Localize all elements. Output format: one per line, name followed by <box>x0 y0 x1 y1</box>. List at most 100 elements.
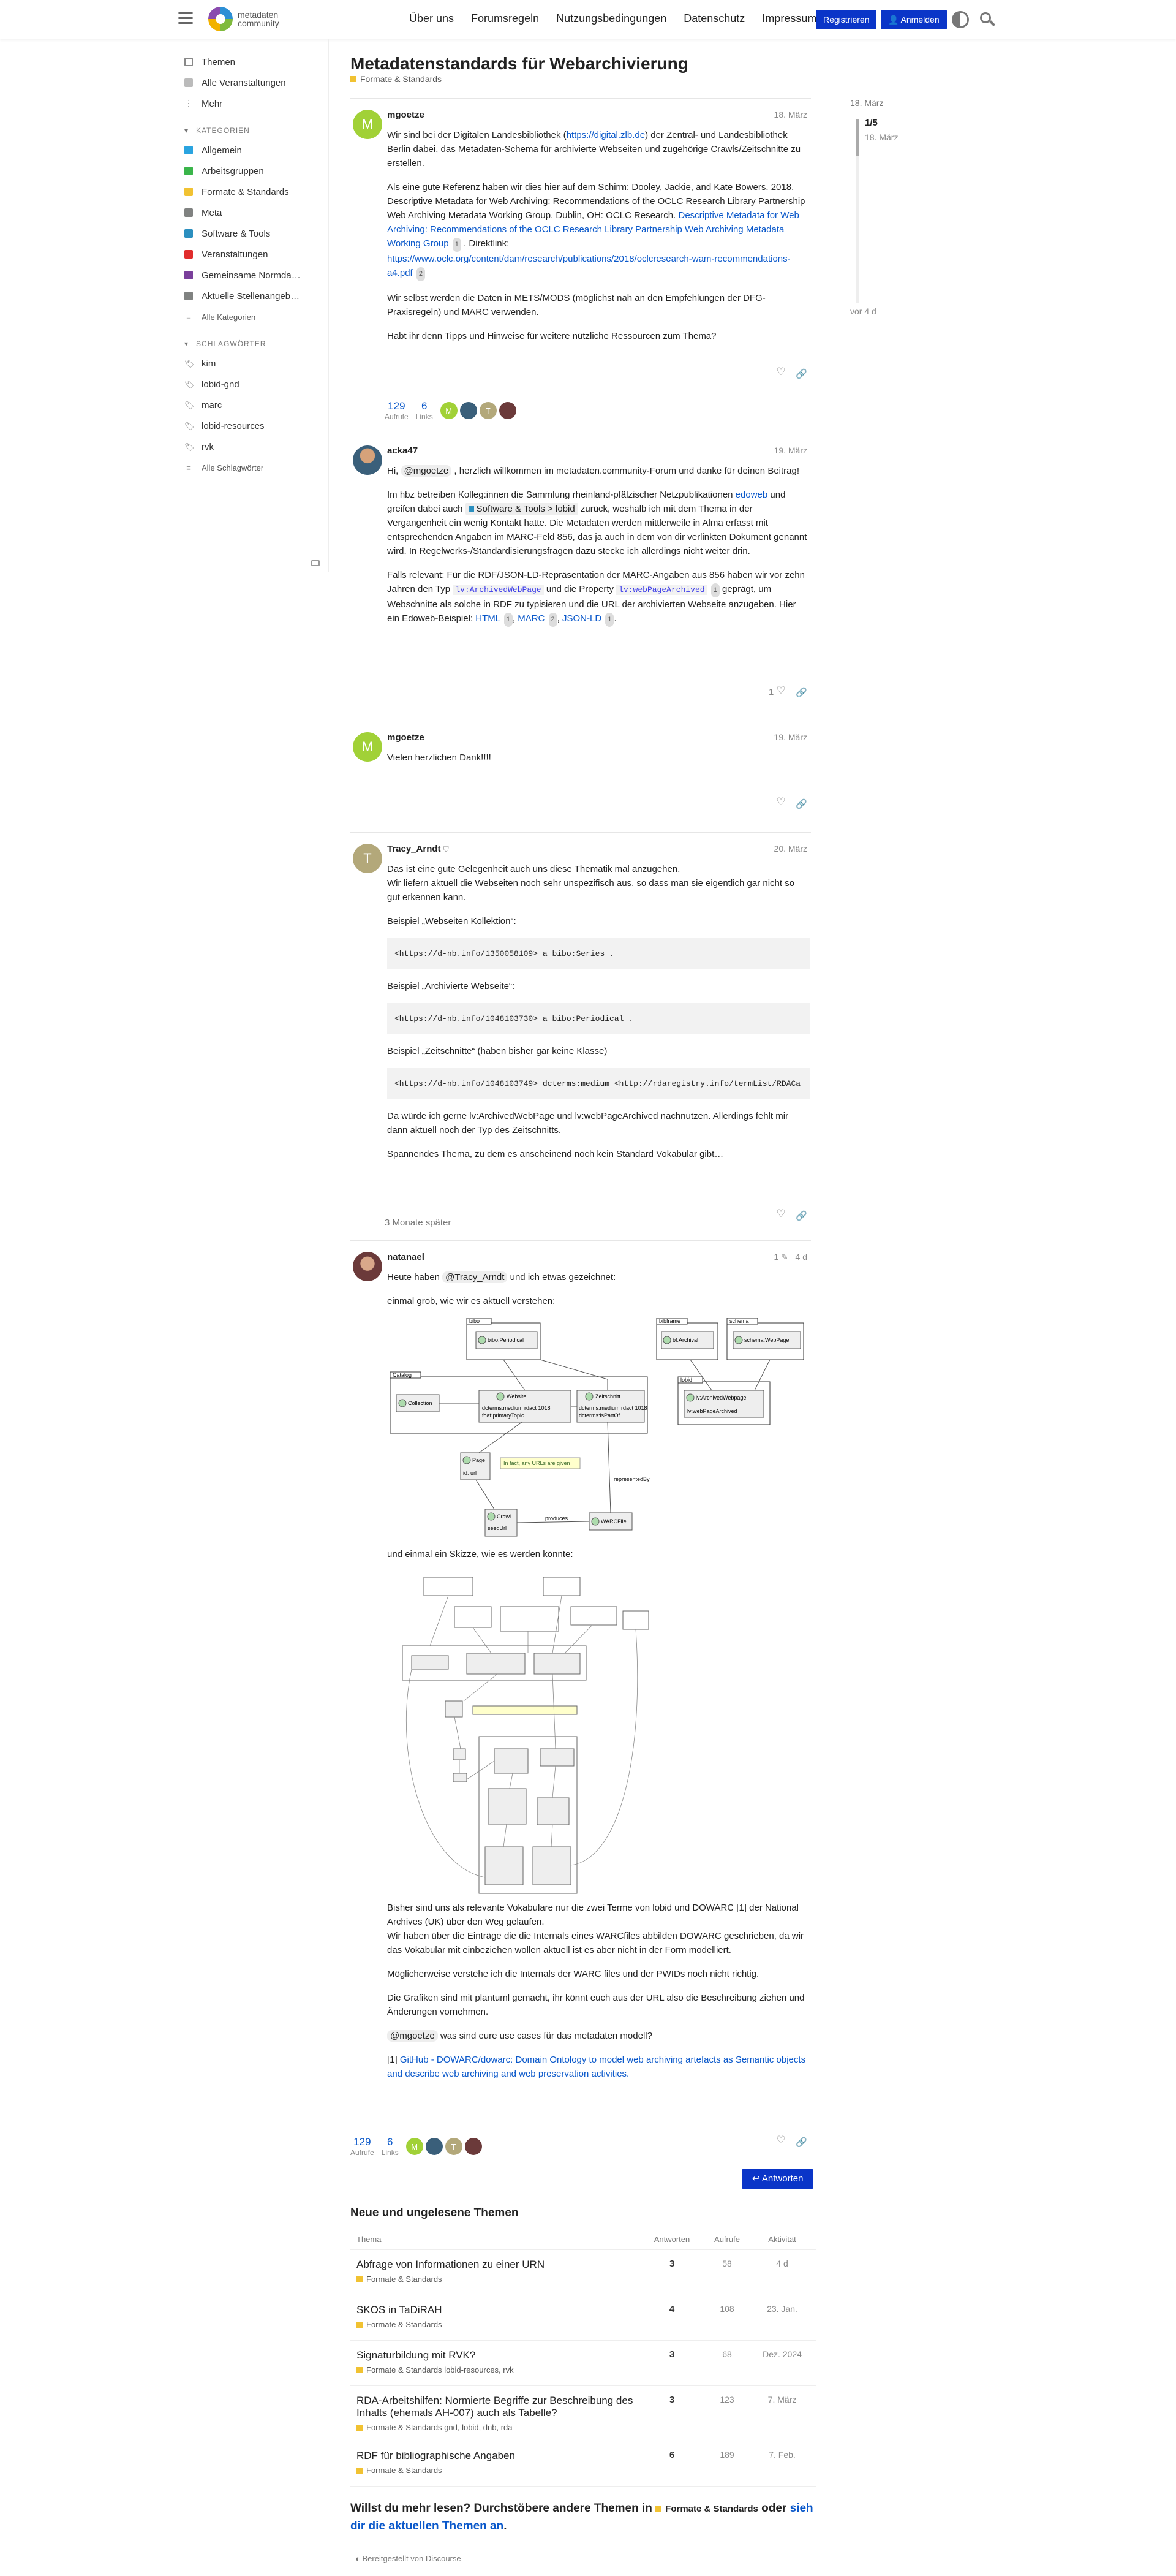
topic-tags[interactable]: lobid-resources, rvk <box>444 2365 513 2374</box>
user-mention[interactable]: @Tracy_Arndt <box>442 1271 508 1283</box>
sidebar-item-topics[interactable]: Themen <box>176 51 328 72</box>
code-block[interactable]: <https://d-nb.info/1048103749> dcterms:m… <box>387 1068 810 1099</box>
replies-count[interactable]: 3 <box>644 2259 699 2286</box>
links-stat[interactable]: 6 Links <box>416 400 433 421</box>
participant-avatar[interactable]: M <box>405 2138 423 2155</box>
post-author[interactable]: natanael <box>387 1252 424 1262</box>
category-link[interactable]: Formate & Standards <box>665 2504 758 2514</box>
theme-toggle-icon[interactable] <box>952 11 969 28</box>
topic-link[interactable]: RDF für bibliographische Angaben <box>356 2450 644 2462</box>
tags-section-header[interactable]: ▾ Schlagwörter <box>176 335 328 353</box>
share-link-icon[interactable]: 🔗 <box>796 368 807 379</box>
sidebar-category[interactable]: Meta <box>176 202 328 223</box>
sidebar-category[interactable]: Arbeitsgruppen <box>176 161 328 181</box>
hamburger-menu-icon[interactable] <box>176 9 195 29</box>
timeline-handle[interactable] <box>856 119 859 156</box>
participant-avatar[interactable] <box>464 2138 482 2155</box>
post-date[interactable]: 1 ✎ 4 d <box>774 1252 807 1262</box>
participant-avatar[interactable]: T <box>445 2138 462 2155</box>
nav-link[interactable]: Nutzungsbedingungen <box>556 12 666 25</box>
column-header[interactable]: Aktivität <box>755 2235 810 2244</box>
avatar[interactable]: T <box>353 844 382 873</box>
register-button[interactable]: Registrieren <box>816 10 877 29</box>
replies-count[interactable]: 6 <box>644 2450 699 2477</box>
sidebar-category[interactable]: Gemeinsame Normda… <box>176 265 328 286</box>
topic-category[interactable]: Formate & Standards <box>366 2466 442 2475</box>
reply-button[interactable]: ↩ Antworten <box>742 2169 813 2189</box>
topic-category[interactable]: Formate & Standards <box>366 2320 442 2329</box>
sidebar-tag[interactable]: 🏷 marc <box>176 395 328 415</box>
sidebar-all-tags[interactable]: ≡ Alle Schlagwörter <box>176 457 328 478</box>
nav-link[interactable]: Impressum <box>762 12 816 25</box>
post-link[interactable]: https://www.oclc.org/content/dam/researc… <box>387 254 791 278</box>
timeline-end-date[interactable]: vor 4 d <box>850 306 876 316</box>
avatar[interactable] <box>353 445 382 475</box>
avatar[interactable]: M <box>353 110 382 139</box>
timeline-scrollbar[interactable] <box>856 119 859 303</box>
links-stat[interactable]: 6 Links <box>382 2136 399 2157</box>
activity-date[interactable]: 7. Feb. <box>755 2450 810 2477</box>
post-link[interactable]: JSON-LD <box>562 613 601 624</box>
like-icon[interactable] <box>776 1208 785 1220</box>
sidebar-tag[interactable]: 🏷 lobid-gnd <box>176 374 328 395</box>
user-mention[interactable]: @mgoetze <box>401 465 452 477</box>
topic-category[interactable]: Formate & Standards <box>366 2275 442 2284</box>
nav-link[interactable]: Forumsregeln <box>471 12 539 25</box>
topic-link[interactable]: RDA-Arbeitshilfen: Normierte Begriffe zu… <box>356 2395 644 2419</box>
post-author[interactable]: mgoetze <box>387 110 424 120</box>
topic-category[interactable]: Formate & Standards <box>366 2365 442 2374</box>
replies-count[interactable]: 3 <box>644 2349 699 2377</box>
post-date[interactable]: 20. März <box>774 844 807 854</box>
avatar[interactable] <box>353 1252 382 1281</box>
post-date[interactable]: 18. März <box>774 110 807 119</box>
participant-avatar[interactable] <box>425 2138 443 2155</box>
site-logo[interactable]: metadaten community <box>208 7 279 31</box>
timeline-start-date[interactable]: 18. März <box>850 98 924 108</box>
participant-avatar[interactable]: T <box>479 402 497 419</box>
sidebar-tag[interactable]: 🏷 lobid-resources <box>176 415 328 436</box>
column-header[interactable]: Antworten <box>644 2235 699 2244</box>
search-icon[interactable] <box>979 11 996 28</box>
sidebar-category[interactable]: Allgemein <box>176 140 328 161</box>
participant-avatar[interactable] <box>499 402 516 419</box>
like-icon[interactable] <box>776 684 785 697</box>
category-hashtag[interactable]: Software & Tools > lobid <box>465 503 578 515</box>
share-link-icon[interactable]: 🔗 <box>796 798 807 809</box>
topic-tags[interactable]: gnd, lobid, dnb, rda <box>444 2423 512 2432</box>
topic-category[interactable]: Formate & Standards <box>366 2423 442 2432</box>
login-button[interactable]: 👤 Anmelden <box>881 10 947 29</box>
sidebar-category[interactable]: Formate & Standards <box>176 181 328 202</box>
sidebar-category[interactable]: Software & Tools <box>176 223 328 244</box>
like-icon[interactable] <box>776 366 785 378</box>
sidebar-item-more[interactable]: ⋮ Mehr <box>176 93 328 114</box>
sidebar-item-events[interactable]: Alle Veranstaltungen <box>176 72 328 93</box>
nav-link[interactable]: Über uns <box>409 12 454 25</box>
post-author[interactable]: mgoetze <box>387 732 424 743</box>
like-icon[interactable] <box>776 796 785 808</box>
collapse-sidebar-icon[interactable] <box>311 560 320 566</box>
sidebar-all-categories[interactable]: ≡ Alle Kategorien <box>176 306 328 327</box>
topic-link[interactable]: Signaturbildung mit RVK? <box>356 2349 644 2362</box>
sidebar-category[interactable]: Veranstaltungen <box>176 244 328 265</box>
post-link[interactable]: edoweb <box>736 490 768 500</box>
avatar[interactable]: M <box>353 732 382 762</box>
user-mention[interactable]: @mgoetze <box>387 2030 438 2042</box>
topic-link[interactable]: Abfrage von Informationen zu einer URN <box>356 2259 644 2271</box>
uml-diagram-current[interactable]: bibo bibo:Periodical bibframe bf:Archiva… <box>387 1318 810 1540</box>
post-author[interactable]: Tracy_Arndt ⛉ <box>387 844 449 854</box>
topic-title[interactable]: Metadatenstandards für Webarchivierung <box>350 54 688 74</box>
nav-link[interactable]: Datenschutz <box>684 12 745 25</box>
uml-diagram-sketch[interactable] <box>387 1571 810 1896</box>
activity-date[interactable]: 7. März <box>755 2395 810 2432</box>
activity-date[interactable]: Dez. 2024 <box>755 2349 810 2377</box>
activity-date[interactable]: 4 d <box>755 2259 810 2286</box>
topic-link[interactable]: SKOS in TaDiRAH <box>356 2304 644 2316</box>
like-icon[interactable] <box>776 2134 785 2146</box>
post-link[interactable]: https://digital.zlb.de <box>567 130 645 140</box>
share-link-icon[interactable]: 🔗 <box>796 687 807 698</box>
post-link[interactable]: MARC <box>518 613 545 624</box>
column-header[interactable]: Aufrufe <box>699 2235 755 2244</box>
sidebar-category[interactable]: Aktuelle Stellenangeb… <box>176 286 328 306</box>
participant-avatar[interactable] <box>459 402 477 419</box>
sidebar-tag[interactable]: 🏷 kim <box>176 353 328 374</box>
